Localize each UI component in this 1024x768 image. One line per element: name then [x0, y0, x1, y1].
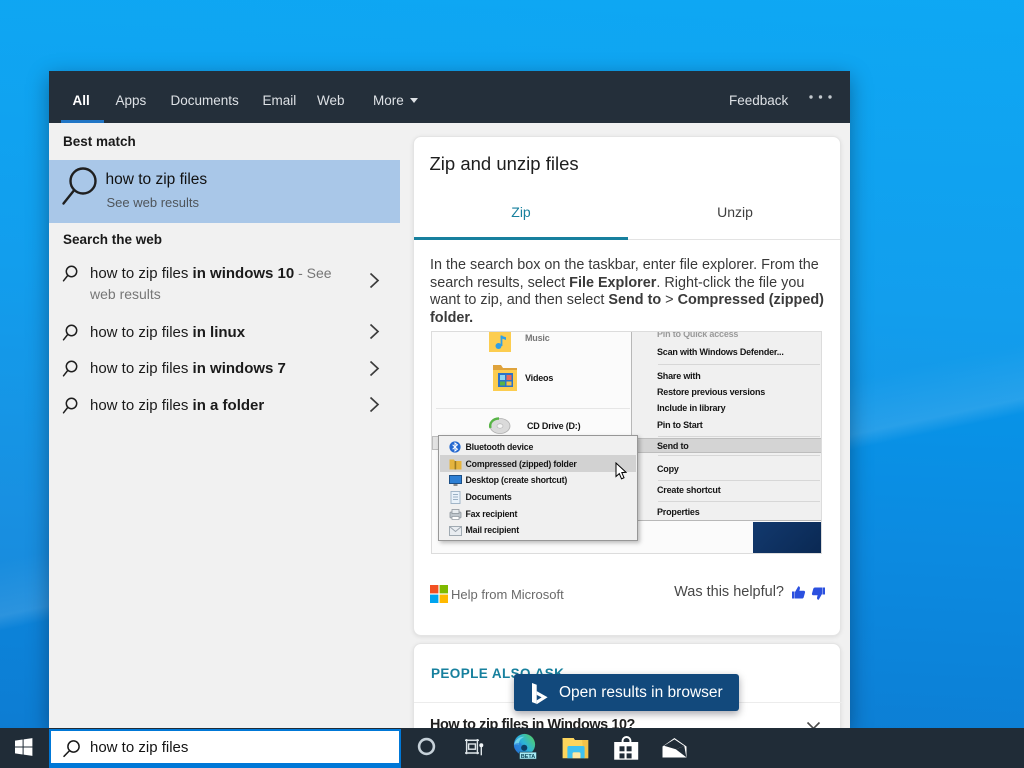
- svg-text:BETA: BETA: [521, 754, 535, 760]
